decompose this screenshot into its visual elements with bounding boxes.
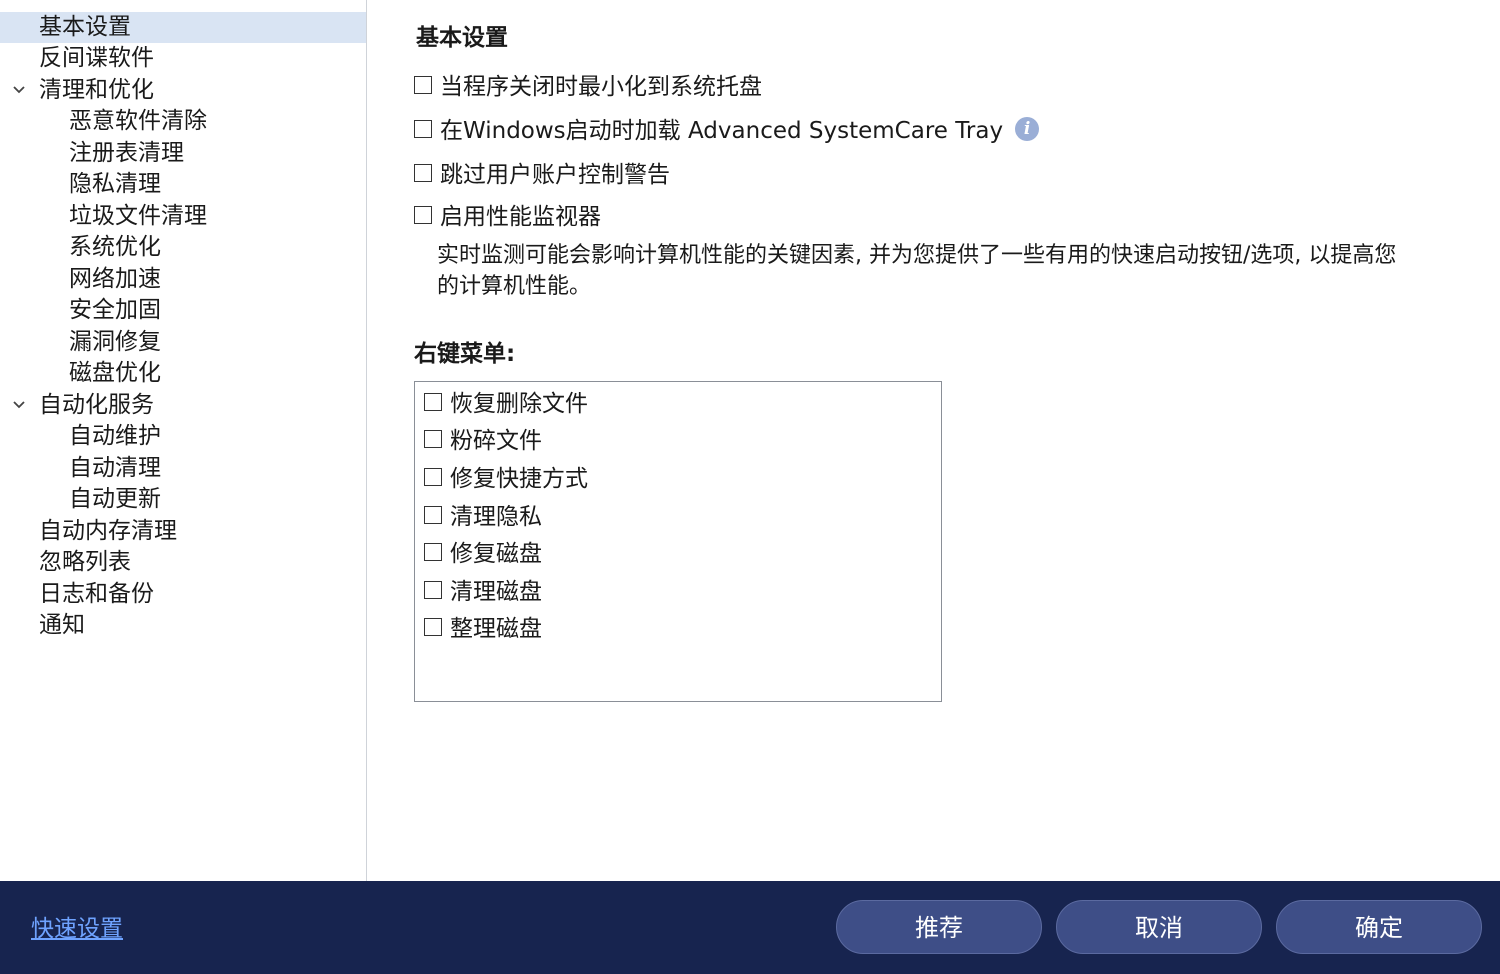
settings-content: 基本设置 当程序关闭时最小化到系统托盘 在Windows启动时加载 Advanc… (367, 0, 1500, 881)
sidebar-item-label: 通知 (39, 612, 85, 638)
chevron-down-icon[interactable] (11, 84, 27, 96)
sidebar-item-label: 清理和优化 (39, 77, 154, 103)
context-menu-item-label: 整理磁盘 (450, 616, 542, 642)
load-tray-checkbox[interactable] (414, 119, 432, 138)
sidebar-item-auto-maintenance[interactable]: 自动维护 (0, 421, 366, 452)
sidebar-item-label: 安全加固 (69, 297, 161, 323)
settings-window: 基本设置 反间谍软件 清理和优化 恶意软件清除 注册表清理 隐私清理 垃圾文件清… (0, 0, 1500, 974)
load-tray-option[interactable]: 在Windows启动时加载 Advanced SystemCare Tray i (414, 116, 1040, 146)
context-menu-item-label: 修复磁盘 (450, 541, 542, 567)
skip-uac-label: 跳过用户账户控制警告 (440, 162, 670, 188)
sidebar-item-label: 自动化服务 (39, 392, 154, 418)
checkbox[interactable] (424, 580, 442, 599)
perf-monitor-description: 实时监测可能会影响计算机性能的关键因素, 并为您提供了一些有用的快速启动按钮/选… (437, 243, 1397, 299)
skip-uac-option[interactable]: 跳过用户账户控制警告 (414, 160, 670, 190)
sidebar-item-malware-removal[interactable]: 恶意软件清除 (0, 106, 366, 137)
context-menu-item-clean-disk[interactable]: 清理磁盘 (424, 577, 542, 607)
skip-uac-checkbox[interactable] (414, 163, 432, 182)
sidebar-item-disk-optimize[interactable]: 磁盘优化 (0, 358, 366, 389)
context-menu-item-shred-file[interactable]: 粉碎文件 (424, 426, 542, 456)
sidebar-item-registry-clean[interactable]: 注册表清理 (0, 138, 366, 169)
sidebar-item-label: 自动维护 (69, 423, 161, 449)
context-menu-item-label: 修复快捷方式 (450, 466, 588, 492)
sidebar-item-log-backup[interactable]: 日志和备份 (0, 579, 366, 610)
perf-monitor-checkbox[interactable] (414, 205, 432, 224)
page-title: 基本设置 (416, 25, 508, 51)
checkbox[interactable] (424, 617, 442, 636)
sidebar-item-label: 反间谍软件 (39, 45, 154, 71)
load-tray-label: 在Windows启动时加载 Advanced SystemCare Tray (440, 118, 1004, 144)
quick-settings-link[interactable]: 快速设置 (31, 909, 123, 943)
sidebar-item-label: 垃圾文件清理 (69, 203, 207, 229)
sidebar-item-label: 注册表清理 (69, 140, 184, 166)
checkbox[interactable] (424, 429, 442, 448)
minimize-to-tray-checkbox[interactable] (414, 75, 432, 94)
sidebar-item-label: 系统优化 (69, 234, 161, 260)
footer-bar: 快速设置 推荐 取消 确定 (0, 881, 1500, 974)
sidebar-item-label: 恶意软件清除 (69, 108, 207, 134)
sidebar-item-label: 忽略列表 (39, 549, 131, 575)
sidebar-item-auto-update[interactable]: 自动更新 (0, 484, 366, 515)
sidebar-item-label: 磁盘优化 (69, 360, 161, 386)
context-menu-item-fix-disk[interactable]: 修复磁盘 (424, 539, 542, 569)
sidebar-item-label: 日志和备份 (39, 581, 154, 607)
sidebar-item-vulnerability-fix[interactable]: 漏洞修复 (0, 327, 366, 358)
sidebar-item-auto-ram-clean[interactable]: 自动内存清理 (0, 516, 366, 547)
sidebar-item-notifications[interactable]: 通知 (0, 610, 366, 641)
context-menu-item-label: 清理隐私 (450, 504, 542, 530)
checkbox[interactable] (424, 542, 442, 561)
sidebar-item-label: 基本设置 (39, 14, 131, 40)
sidebar-item-privacy-clean[interactable]: 隐私清理 (0, 169, 366, 200)
context-menu-item-label: 清理磁盘 (450, 579, 542, 605)
sidebar: 基本设置 反间谍软件 清理和优化 恶意软件清除 注册表清理 隐私清理 垃圾文件清… (0, 0, 367, 881)
sidebar-item-system-optimize[interactable]: 系统优化 (0, 232, 366, 263)
sidebar-item-label: 自动内存清理 (39, 518, 177, 544)
perf-monitor-label: 启用性能监视器 (440, 204, 601, 230)
checkbox[interactable] (424, 505, 442, 524)
ok-button[interactable]: 确定 (1276, 900, 1482, 954)
minimize-to-tray-option[interactable]: 当程序关闭时最小化到系统托盘 (414, 72, 762, 102)
checkbox[interactable] (424, 392, 442, 411)
sidebar-item-label: 自动清理 (69, 455, 161, 481)
cancel-button[interactable]: 取消 (1056, 900, 1262, 954)
recommend-button[interactable]: 推荐 (836, 900, 1042, 954)
sidebar-item-label: 漏洞修复 (69, 329, 161, 355)
sidebar-item-label: 隐私清理 (69, 171, 161, 197)
context-menu-title: 右键菜单: (414, 341, 516, 367)
sidebar-item-basic-settings[interactable]: 基本设置 (0, 12, 366, 43)
context-menu-item-defrag-disk[interactable]: 整理磁盘 (424, 614, 542, 644)
sidebar-item-label: 自动更新 (69, 486, 161, 512)
sidebar-item-label: 网络加速 (69, 266, 161, 292)
context-menu-item-fix-shortcut[interactable]: 修复快捷方式 (424, 464, 588, 494)
minimize-to-tray-label: 当程序关闭时最小化到系统托盘 (440, 74, 762, 100)
sidebar-item-ignore-list[interactable]: 忽略列表 (0, 547, 366, 578)
sidebar-item-junk-clean[interactable]: 垃圾文件清理 (0, 201, 366, 232)
context-menu-item-label: 恢复删除文件 (450, 391, 588, 417)
context-menu-list: 恢复删除文件 粉碎文件 修复快捷方式 清理隐私 修复磁盘 清理磁盘 整理磁盘 (414, 381, 942, 702)
context-menu-item-label: 粉碎文件 (450, 428, 542, 454)
sidebar-item-clean-optimize[interactable]: 清理和优化 (0, 75, 366, 106)
sidebar-item-network-boost[interactable]: 网络加速 (0, 264, 366, 295)
context-menu-item-clean-privacy[interactable]: 清理隐私 (424, 502, 542, 532)
info-icon[interactable]: i (1015, 116, 1040, 141)
sidebar-item-security-harden[interactable]: 安全加固 (0, 295, 366, 326)
sidebar-item-automation[interactable]: 自动化服务 (0, 390, 366, 421)
context-menu-item-recover-deleted[interactable]: 恢复删除文件 (424, 389, 588, 419)
perf-monitor-option[interactable]: 启用性能监视器 (414, 202, 601, 232)
sidebar-item-auto-clean[interactable]: 自动清理 (0, 453, 366, 484)
checkbox[interactable] (424, 467, 442, 486)
chevron-down-icon[interactable] (11, 399, 27, 411)
sidebar-item-antispyware[interactable]: 反间谍软件 (0, 43, 366, 74)
